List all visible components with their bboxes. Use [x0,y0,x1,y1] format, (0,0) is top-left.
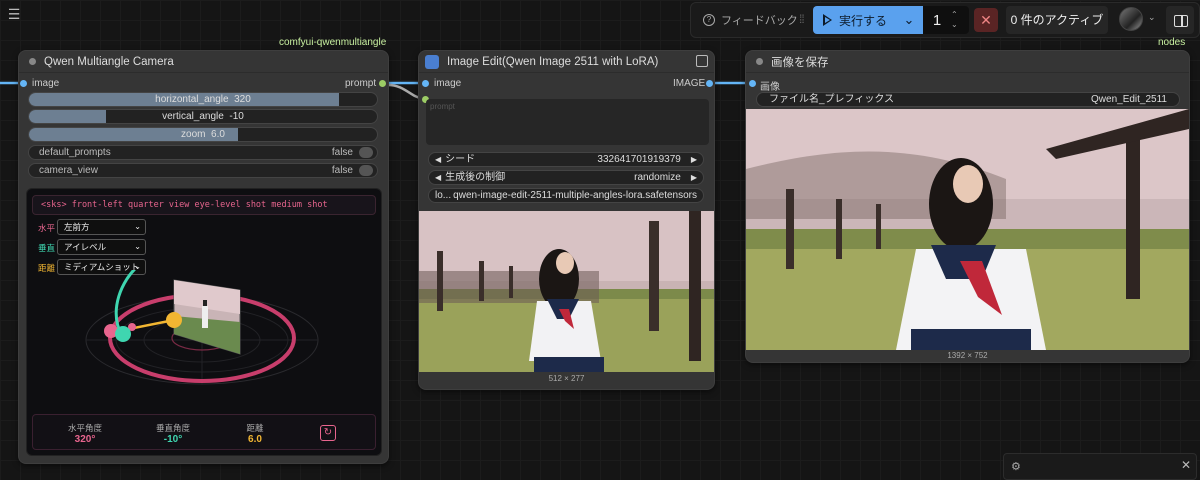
filename-prefix-value: Qwen_Edit_2511 [1091,94,1167,105]
stat-distance-value: 6.0 [248,434,262,445]
collapse-dot-icon[interactable] [756,58,763,65]
lora-value: qwen-image-edit-2511-multiple-angles-lor… [453,190,697,201]
default-prompts-toggle[interactable]: default_prompts false [28,145,378,160]
collapse-dot-icon[interactable] [29,58,36,65]
toggle-switch-icon [359,147,373,158]
edit-image-output-label: IMAGE [673,78,706,89]
horizontal-angle-slider[interactable]: horizontal_angle 320 [28,92,378,107]
seed-label: シード [445,154,476,165]
lora-label: lo... [435,190,452,201]
zoom-value: 6.0 [211,129,225,140]
edit-preview-photo [419,211,714,372]
default-prompts-value: false [331,147,353,158]
zoom-slider[interactable]: zoom 6.0 [28,127,378,142]
vertical-select-label: 垂直 [38,243,56,253]
increment-icon[interactable]: ▶ [691,171,697,184]
saved-image-size: 1392 × 752 [947,351,988,360]
prompt-textarea[interactable]: prompt [426,99,709,145]
camera-view-toggle[interactable]: camera_view false [28,163,378,178]
seed-widget[interactable]: ◀ シード 332641701919379 ▶ [428,152,704,167]
chevron-down-icon: ⌄ [134,222,141,231]
save-image-node-header[interactable]: 画像を保存 [746,51,1189,73]
saved-preview-image[interactable] [746,109,1189,350]
lora-select-widget[interactable]: lo... qwen-image-edit-2511-multiple-angl… [428,188,704,203]
edit-preview-image[interactable] [419,211,714,372]
image-edit-node-title: Image Edit(Qwen Image 2511 with LoRA) [447,55,659,68]
camera-image-input-label: image [32,78,60,89]
stat-distance: 距離 6.0 [230,422,280,445]
control-value: randomize [634,172,681,183]
settings-sliders-icon[interactable]: ⚙ [1011,460,1021,473]
image-edit-node-header[interactable]: Image Edit(Qwen Image 2511 with LoRA) [419,51,714,73]
camera-image-input-socket[interactable] [20,80,27,87]
close-icon[interactable]: ✕ [1181,458,1191,472]
save-image-input-socket[interactable] [749,80,756,87]
expand-icon[interactable] [696,55,708,67]
saved-preview-photo [746,109,1189,350]
stat-vertical: 垂直角度 -10° [148,422,198,445]
chevron-down-icon: ⌄ [134,242,141,251]
zoom-label: zoom [181,129,206,140]
decrement-icon[interactable]: ◀ [435,171,441,184]
control-label: 生成後の制御 [445,172,506,183]
edit-image-output-socket[interactable] [706,80,713,87]
horizontal-angle-value: 320 [234,94,251,105]
camera-node-title: Qwen Multiangle Camera [44,55,174,68]
node-badge-icon [425,54,439,69]
subject-image-plane [173,279,241,355]
horizontal-select-label: 水平 [38,223,56,233]
filename-prefix-label: ファイル名_プレフィックス [769,94,895,105]
stat-horizontal-label: 水平角度 [67,423,102,433]
distance-handle[interactable] [166,312,182,328]
camera-node-header[interactable]: Qwen Multiangle Camera [19,51,388,73]
stat-horizontal-value: 320° [74,434,96,445]
vertical-angle-slider[interactable]: vertical_angle -10 [28,109,378,124]
vertical-handle[interactable] [115,326,131,342]
camera-prompt-output-label: prompt [345,78,377,89]
decrement-icon[interactable]: ◀ [435,153,441,166]
vertical-angle-label: vertical_angle [162,111,224,122]
vertical-level-select[interactable]: アイレベル ⌄ [57,239,146,255]
stat-vertical-value: -10° [163,434,183,445]
toggle-switch-icon [359,165,373,176]
horizontal-direction-select[interactable]: 左前方 ⌄ [57,219,146,235]
save-image-node-title: 画像を保存 [771,56,829,69]
camera-view-value: false [331,165,353,176]
camera-prompt-output-socket[interactable] [379,80,386,87]
filename-prefix-widget[interactable]: ファイル名_プレフィックス Qwen_Edit_2511 [756,92,1180,107]
edit-image-size: 512 × 277 [548,374,585,383]
vertical-level-value: アイレベル [64,242,107,252]
stat-distance-label: 距離 [246,423,264,433]
camera-view-label: camera_view [39,165,98,176]
generated-prompt-text: <sks> front-left quarter view eye-level … [32,195,376,215]
increment-icon[interactable]: ▶ [691,153,697,166]
prompt-placeholder: prompt [430,102,455,111]
stat-vertical-label: 垂直角度 [155,423,190,433]
bottom-panel [1003,453,1197,480]
save-image-input-label: 画像 [760,82,780,93]
stat-horizontal: 水平角度 320° [60,422,110,445]
edit-image-input-socket[interactable] [422,80,429,87]
control-after-generate-widget[interactable]: ◀ 生成後の制御 randomize ▶ [428,170,704,185]
vertical-angle-value: -10 [229,111,244,122]
horizontal-angle-label: horizontal_angle [155,94,229,105]
orbit-visualization[interactable] [26,270,382,410]
seed-value: 332641701919379 [597,154,681,165]
default-prompts-label: default_prompts [39,147,111,158]
reset-icon[interactable]: ↻ [320,425,336,441]
horizontal-direction-value: 左前方 [64,222,90,232]
edit-image-input-label: image [434,78,462,89]
